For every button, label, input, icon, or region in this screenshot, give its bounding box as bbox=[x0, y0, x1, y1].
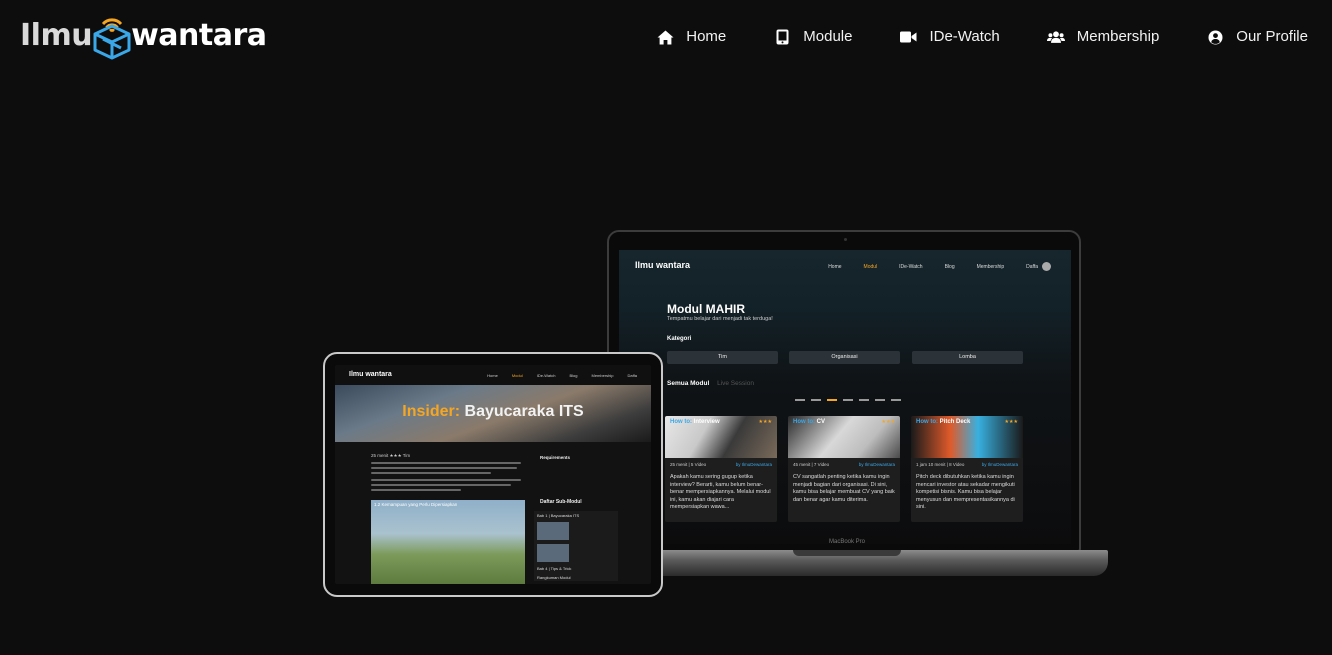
tablet-panel-row: Rangkuman Modul bbox=[537, 575, 571, 580]
nav-item-module[interactable]: Module bbox=[773, 22, 852, 52]
card-meta: 1 jam 10 menit | 8 Video by IlmuDewantara bbox=[916, 462, 1018, 467]
tablet-submodul-label: Daftar Sub-Modul bbox=[540, 499, 582, 505]
laptop-base: MacBook Pro bbox=[586, 539, 1108, 576]
laptop-carousel-dots bbox=[795, 399, 907, 401]
tablet-link-modul: Modul bbox=[511, 373, 523, 378]
tablet-link-blog: Blog bbox=[569, 373, 578, 378]
nav-item-membership[interactable]: Membership bbox=[1046, 22, 1160, 52]
tablet-panel-row: Bab 4 | Tips & Trick bbox=[537, 566, 572, 571]
nav-item-home[interactable]: Home bbox=[656, 22, 726, 52]
laptop-screen-navbar: Ilmu wantara Home Modul IDe-Watch Blog M… bbox=[619, 250, 1071, 280]
top-navbar: Ilmu wantara Home Module IDe-Watch Membe… bbox=[0, 0, 1332, 72]
card-stars: ★★★ bbox=[758, 419, 772, 425]
card-tag: How to: CV bbox=[793, 419, 826, 425]
main-nav: Home Module IDe-Watch Membership Our Pro… bbox=[656, 22, 1308, 52]
laptop-screen-logo: Ilmu wantara bbox=[635, 260, 691, 270]
tablet-link-home: Home bbox=[487, 373, 498, 378]
tablet-video-caption: 1.2 Kemampuan yang Perlu Dipersiapkan bbox=[374, 502, 458, 507]
laptop-kategori-label: Kategori bbox=[667, 336, 692, 342]
laptop-chip-lomba: Lomba bbox=[912, 351, 1023, 364]
card-tag: How to: Interview bbox=[670, 419, 720, 425]
tablet-video-player: 1.2 Kemampuan yang Perlu Dipersiapkan bbox=[371, 500, 525, 584]
tablet-icon bbox=[773, 28, 791, 46]
tablet-screen-links: Home Modul IDe-Watch Blog Membership Daf… bbox=[473, 373, 637, 378]
tablet-panel-row: Bab 1 | Bayucaraka ITS bbox=[537, 513, 580, 518]
laptop-link-membership: Membership bbox=[976, 263, 1005, 270]
logo-text-left: Ilmu bbox=[20, 18, 93, 53]
card-description: Pitch deck dibutuhkan ketika kamu ingin … bbox=[916, 474, 1015, 510]
tablet-link-membership: Membership bbox=[591, 373, 614, 378]
laptop-mockup: Ilmu wantara Home Modul IDe-Watch Blog M… bbox=[607, 230, 1081, 552]
laptop-card-interview: How to: Interview ★★★ 25 menit | 5 Video… bbox=[665, 416, 777, 522]
brand-logo[interactable]: Ilmu wantara bbox=[20, 12, 267, 60]
users-icon bbox=[1046, 28, 1065, 46]
card-stars: ★★★ bbox=[1004, 419, 1018, 425]
laptop-link-home: Home bbox=[828, 263, 842, 270]
tablet-screen-logo: Ilmu wantara bbox=[349, 371, 392, 378]
tablet-description-lines bbox=[371, 462, 521, 494]
tablet-screen: Ilmu wantara Home Modul IDe-Watch Blog M… bbox=[335, 365, 651, 584]
nav-label-membership: Membership bbox=[1076, 28, 1160, 45]
laptop-link-modul: Modul bbox=[863, 263, 878, 270]
card-description: Apakah kamu sering gugup ketika intervie… bbox=[670, 474, 771, 510]
laptop-model-label: MacBook Pro bbox=[828, 539, 865, 545]
card-stars: ★★★ bbox=[881, 419, 895, 425]
logo-box-wifi-icon bbox=[93, 18, 131, 60]
laptop-chip-organisasi: Organisasi bbox=[789, 351, 900, 364]
laptop-screen: Ilmu wantara Home Modul IDe-Watch Blog M… bbox=[619, 250, 1071, 544]
tablet-hero-title: Insider: Bayucaraka ITS bbox=[402, 403, 584, 420]
tablet-link-ide-watch: IDe-Watch bbox=[536, 373, 556, 378]
card-meta: 45 menit | 7 Video by IlmuDewantara bbox=[793, 462, 895, 467]
tablet-hero-banner: Insider: Bayucaraka ITS bbox=[335, 385, 651, 442]
laptop-page-title: Modul MAHIR bbox=[667, 302, 745, 316]
logo-text-right: wantara bbox=[131, 18, 267, 53]
nav-item-ide-watch[interactable]: IDe-Watch bbox=[899, 22, 1000, 52]
laptop-notch bbox=[793, 550, 901, 556]
laptop-camera bbox=[844, 238, 847, 241]
card-description: CV sangatlah penting ketika kamu ingin m… bbox=[793, 474, 895, 503]
laptop-chip-tim: Tim bbox=[667, 351, 778, 364]
home-icon bbox=[656, 28, 674, 46]
laptop-tabs: Semua Modul Live Session bbox=[667, 380, 754, 387]
video-camera-icon bbox=[899, 28, 917, 46]
laptop-link-user: Daffa bbox=[1026, 263, 1038, 270]
laptop-page-subtitle: Tempatmu belajar dari menjadi tak terdug… bbox=[667, 316, 773, 322]
tablet-submodul-panel: Bab 1 | Bayucaraka ITS Bab 4 | Tips & Tr… bbox=[534, 511, 618, 581]
nav-label-module: Module bbox=[803, 28, 853, 45]
tablet-panel-thumbs bbox=[534, 520, 618, 542]
laptop-screen-links: Home Modul IDe-Watch Blog Membership Daf… bbox=[806, 262, 1051, 271]
laptop-tab-semua: Semua Modul bbox=[667, 380, 710, 387]
card-meta: 25 menit | 5 Video by IlmuDewantara bbox=[670, 462, 772, 467]
tablet-mockup: Ilmu wantara Home Modul IDe-Watch Blog M… bbox=[323, 352, 663, 597]
tablet-module-meta: 25 menit ★★★ Tim bbox=[371, 453, 411, 458]
nav-item-our-profile[interactable]: Our Profile bbox=[1206, 22, 1308, 52]
nav-label-ide-watch: IDe-Watch bbox=[929, 28, 1000, 45]
laptop-link-blog: Blog bbox=[944, 263, 955, 270]
laptop-tab-live: Live Session bbox=[717, 380, 754, 387]
laptop-link-ide-watch: IDe-Watch bbox=[899, 263, 923, 270]
tablet-requirements-label: Requirements bbox=[540, 455, 571, 460]
tablet-panel-thumbs bbox=[534, 542, 618, 564]
user-circle-icon bbox=[1206, 28, 1224, 46]
laptop-card-cv: How to: CV ★★★ 45 menit | 7 Video by Ilmu… bbox=[788, 416, 900, 522]
tablet-screen-navbar: Ilmu wantara Home Modul IDe-Watch Blog M… bbox=[335, 365, 651, 385]
card-tag: How to: Pitch Deck bbox=[916, 419, 971, 425]
laptop-card-pitch-deck: How to: Pitch Deck ★★★ 1 jam 10 menit | … bbox=[911, 416, 1023, 522]
nav-label-home: Home bbox=[686, 28, 727, 45]
nav-label-our-profile: Our Profile bbox=[1236, 28, 1308, 45]
tablet-link-user: Daffa bbox=[627, 373, 638, 378]
laptop-avatar bbox=[1042, 262, 1051, 271]
